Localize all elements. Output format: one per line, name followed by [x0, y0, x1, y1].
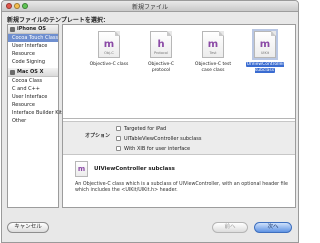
template-prompt: 新規ファイルのテンプレートを選択：	[7, 17, 109, 24]
option-uitableviewcontroller-subclass[interactable]: UITableViewController subclass	[116, 135, 201, 142]
option-label: Targeted for iPad	[124, 125, 167, 132]
template-file-type: Obj-C	[104, 51, 114, 55]
template-glyph: m	[207, 39, 219, 50]
title-bar[interactable]: 新規ファイル	[2, 1, 298, 12]
template-caption: Objective-C class	[89, 62, 129, 67]
option-targeted-for-ipad[interactable]: Targeted for iPad	[116, 125, 166, 132]
sidebar-group-label: iPhone OS	[17, 26, 46, 32]
iphone-icon	[10, 27, 15, 32]
sidebar-item-cocoa-touch-class[interactable]: Cocoa Touch Class	[8, 34, 58, 42]
template-glyph: m	[259, 39, 271, 50]
template-file-type: UIKit	[260, 51, 270, 55]
sidebar-item-user-interface[interactable]: User Interface	[8, 42, 58, 50]
dialog-footer: キャンセル 前へ 次へ	[2, 211, 298, 242]
option-with-xib[interactable]: With XIB for user interface	[116, 145, 190, 152]
file-icon: m	[75, 161, 88, 177]
template-grid: m Obj-C Objective-C class h Protocol Obj…	[63, 25, 295, 119]
template-glyph: m	[103, 39, 115, 50]
template-description: m UIViewController subclass An Objective…	[63, 157, 295, 207]
template-objective-c-test-case-class[interactable]: m Test Objective-C test case class	[191, 29, 235, 87]
file-icon: m Test	[202, 31, 224, 58]
file-icon: m Obj-C	[98, 31, 120, 58]
template-caption: Objective-C test case class	[194, 62, 232, 73]
sidebar-item-c-and-cpp[interactable]: C and C++	[8, 85, 58, 93]
description-body: An Objective-C class which is a subclass…	[75, 182, 288, 193]
targeted-for-ipad-checkbox[interactable]	[116, 126, 121, 131]
uitableviewcontroller-subclass-checkbox[interactable]	[116, 136, 121, 141]
window-title: 新規ファイル	[131, 4, 168, 11]
sidebar-group-mac-os-x[interactable]: Mac OS X	[8, 68, 58, 77]
sidebar-item-resource[interactable]: Resource	[8, 50, 58, 58]
file-icon: h Protocol	[150, 31, 172, 58]
sidebar-item-user-interface-mac[interactable]: User Interface	[8, 93, 58, 101]
sidebar-item-code-signing[interactable]: Code Signing	[8, 58, 58, 66]
template-main-panel: m Obj-C Objective-C class h Protocol Obj…	[62, 24, 296, 208]
previous-button[interactable]: 前へ	[212, 222, 248, 233]
template-file-type: Protocol	[153, 51, 169, 55]
template-caption: Objective-C protocol	[147, 62, 175, 73]
cancel-button[interactable]: キャンセル	[7, 222, 49, 233]
sidebar-item-interface-builder-kit[interactable]: Interface Builder Kit	[8, 109, 62, 117]
sidebar-item-other[interactable]: Other	[8, 117, 58, 125]
mac-icon	[10, 70, 15, 75]
options-label: オプション	[85, 133, 111, 139]
sidebar-group-label: Mac OS X	[17, 69, 44, 75]
option-label: With XIB for user interface	[124, 145, 191, 152]
template-glyph: h	[157, 39, 165, 50]
template-uiviewcontroller-subclass[interactable]: m UIKit UIViewController subclass	[243, 29, 287, 87]
sidebar-group-iphone-os[interactable]: iPhone OS	[8, 25, 58, 34]
option-label: UITableViewController subclass	[124, 135, 202, 142]
template-file-type: Test	[209, 51, 217, 55]
with-xib-checkbox[interactable]	[116, 146, 121, 151]
template-caption: UIViewController subclass	[245, 62, 285, 73]
new-file-window: 新規ファイル 新規ファイルのテンプレートを選択： iPhone OS Cocoa…	[1, 0, 299, 243]
next-button[interactable]: 次へ	[254, 222, 292, 233]
description-title: UIViewController subclass	[94, 166, 175, 172]
sidebar-item-resource-mac[interactable]: Resource	[8, 101, 58, 109]
file-icon: m UIKit	[254, 31, 276, 58]
template-objective-c-protocol[interactable]: h Protocol Objective-C protocol	[139, 29, 183, 87]
options-panel: オプション Targeted for iPad UITableViewContr…	[63, 121, 295, 155]
sidebar-item-cocoa-class[interactable]: Cocoa Class	[8, 77, 58, 85]
template-objective-c-class[interactable]: m Obj-C Objective-C class	[87, 29, 131, 87]
template-category-sidebar: iPhone OS Cocoa Touch Class User Interfa…	[7, 24, 62, 208]
